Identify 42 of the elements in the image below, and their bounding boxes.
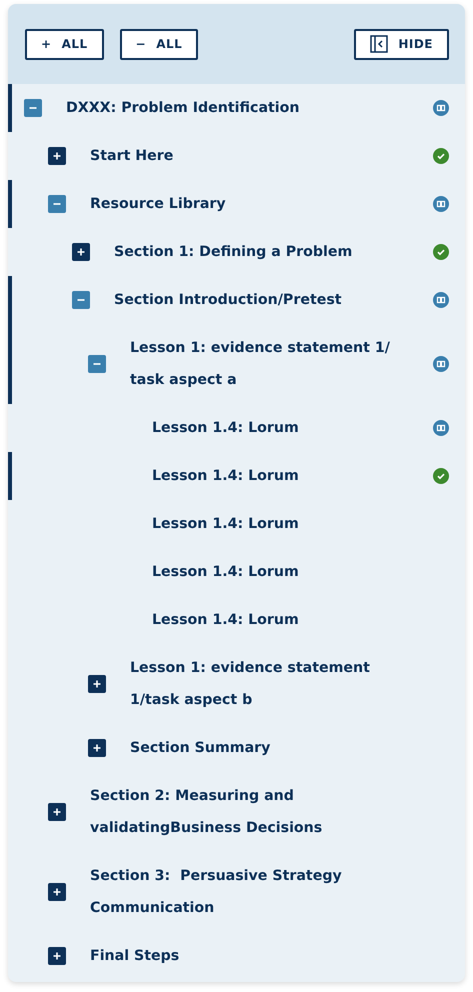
tree-item-link[interactable]: Lesson 1: evidence statement 1/ task aspect a [130, 332, 402, 396]
minus-icon [53, 200, 61, 208]
expand-toggle[interactable] [48, 947, 66, 965]
plus-icon [53, 952, 61, 960]
minus-icon [29, 104, 37, 112]
tree-item-link[interactable]: Lesson 1: evidence statement 1/task aspect b [130, 652, 402, 716]
plus-icon [93, 680, 101, 688]
expand-toggle[interactable] [48, 803, 66, 821]
tree-item-link[interactable]: Lesson 1.4: Lorum [152, 508, 299, 540]
tree-item-link[interactable]: Lesson 1.4: Lorum [152, 412, 299, 444]
plus-icon [53, 888, 61, 896]
collapse-toggle[interactable] [48, 195, 66, 213]
expand-toggle[interactable] [72, 243, 90, 261]
plus-icon [53, 152, 61, 160]
expand-toggle[interactable] [48, 883, 66, 901]
hide-button[interactable]: HIDE [354, 28, 449, 60]
expand-toggle[interactable] [88, 675, 106, 693]
expand-all-button[interactable]: + ALL [25, 28, 104, 60]
plus-icon [93, 744, 101, 752]
tree-item-link[interactable]: Section 2: Measuring and validatingBusiness Decisions [90, 780, 362, 844]
collapse-all-button[interactable]: − ALL [120, 28, 198, 60]
minus-icon [77, 296, 85, 304]
tree-item-link[interactable]: Section 3: Persuasive Strategy Communication [90, 860, 362, 924]
tree-item-link[interactable]: DXXX: Problem Identification [66, 92, 300, 124]
expand-toggle[interactable] [88, 739, 106, 757]
plus-icon [53, 808, 61, 816]
tree-item-link[interactable]: Lesson 1.4: Lorum [152, 556, 299, 588]
tree-item-link[interactable]: Final Steps [90, 940, 180, 972]
tree-item-link[interactable]: Section Introduction/Pretest [114, 284, 342, 316]
tree-item-link[interactable]: Start Here [90, 140, 174, 172]
tree-item-link[interactable]: Section 1: Defining a Problem [114, 236, 352, 268]
minus-icon [93, 360, 101, 368]
tree-item-link[interactable]: Lesson 1.4: Lorum [152, 604, 299, 636]
tree-item-link[interactable]: Lesson 1.4: Lorum [152, 460, 299, 492]
sidebar-collapse-icon [370, 35, 388, 53]
collapse-toggle[interactable] [72, 291, 90, 309]
expand-toggle[interactable] [48, 147, 66, 165]
tree-item-link[interactable]: Resource Library [90, 188, 226, 220]
plus-icon [77, 248, 85, 256]
tree-item-link[interactable]: Section Summary [130, 732, 270, 764]
collapse-toggle[interactable] [88, 355, 106, 373]
collapse-toggle[interactable] [24, 99, 42, 117]
